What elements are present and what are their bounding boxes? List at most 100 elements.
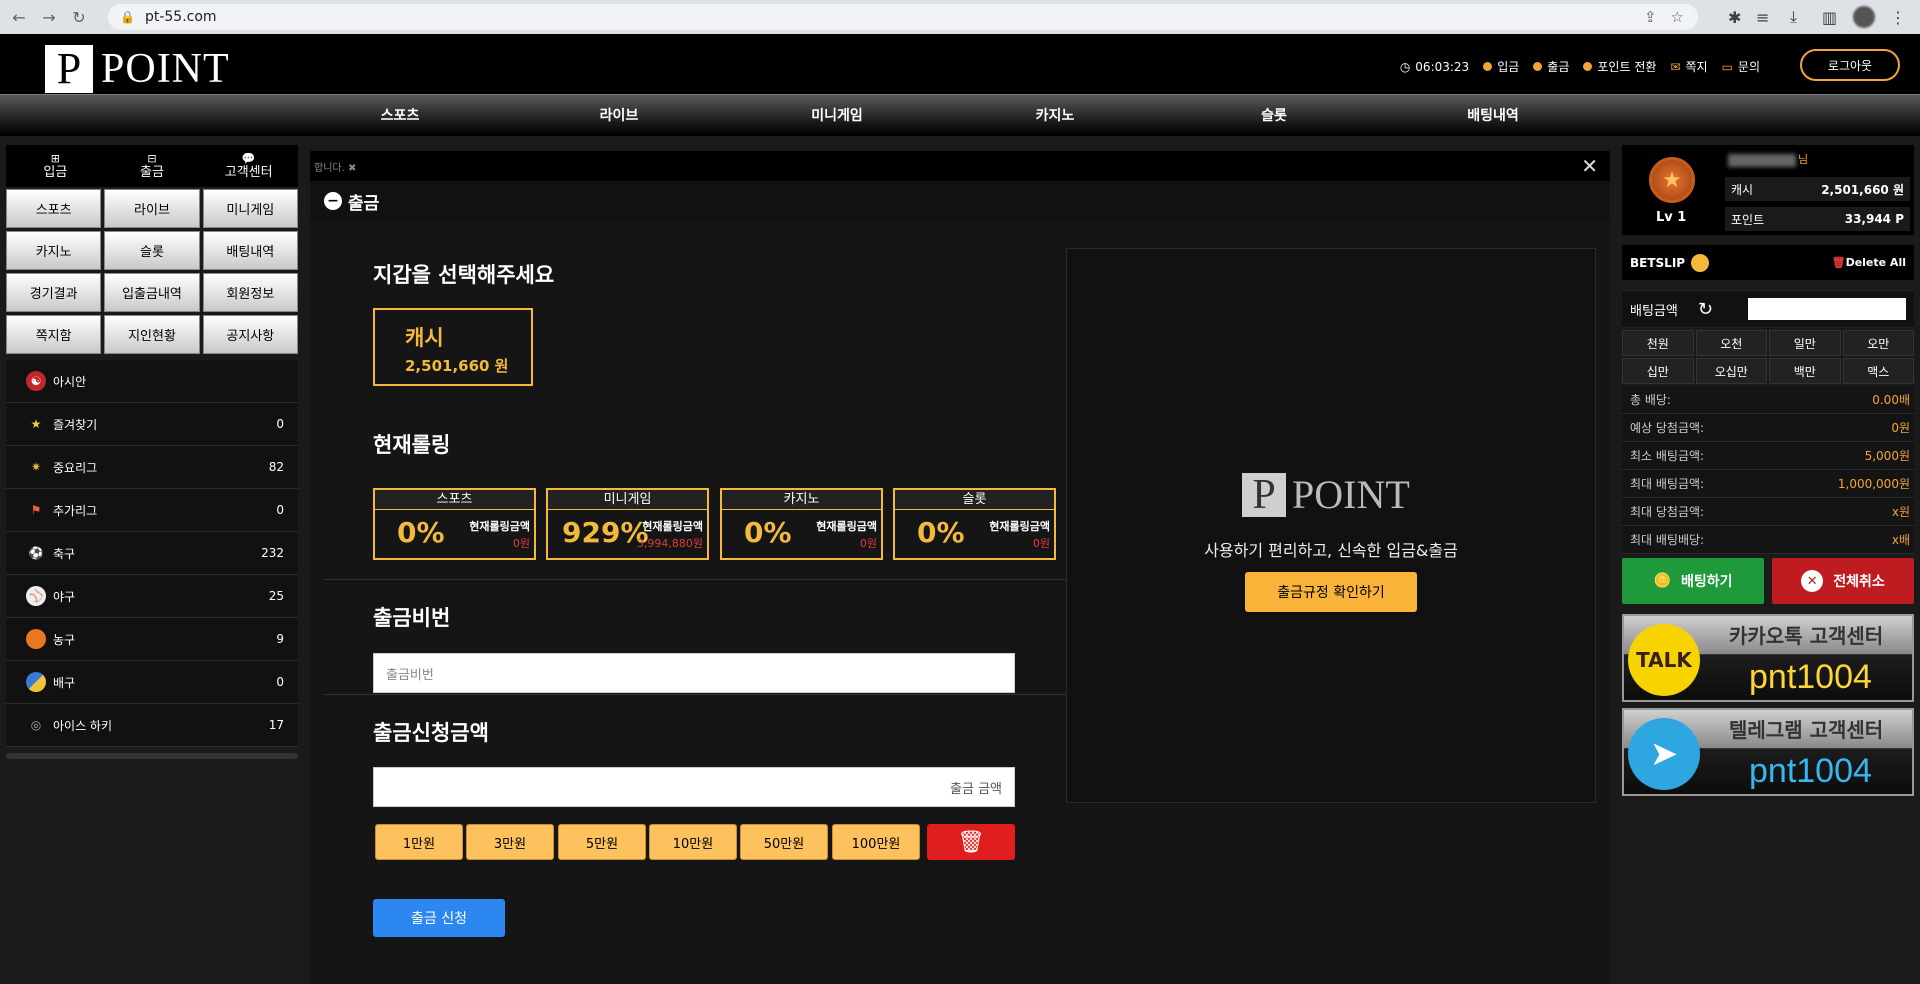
menu-deposit[interactable]: 입금 [1483,58,1519,75]
back-icon[interactable]: ← [8,6,30,28]
amount-30k-button[interactable]: 3만원 [466,824,554,860]
download-icon[interactable]: ⤓ [1790,4,1797,30]
cancel-all-button[interactable]: ✕ 전체취소 [1772,558,1914,604]
nav-casino[interactable]: 카지노 [1036,105,1075,125]
chip-50k[interactable]: 오만 [1842,330,1914,356]
nav-live[interactable]: 라이브 [600,105,639,125]
trash-icon: 🗑 [1831,256,1846,269]
quick-deposit-button[interactable]: ⊞ 입금 [8,147,103,185]
bet-amount-input[interactable] [1748,298,1906,320]
rolling-card-minigame: 미니게임 929% 현재롤링금액 3,994,880원 [546,488,709,560]
grid-slot[interactable]: 슬롯 [104,231,200,270]
promo-logo: P POINT [1242,471,1410,518]
sport-item-volleyball[interactable]: 배구 0 [6,661,298,704]
close-icon[interactable]: ✕ [1581,154,1598,178]
wallet-cash-card[interactable]: 캐시 2,501,660 원 [373,308,533,386]
menu-point-convert[interactable]: 포인트 전환 [1583,58,1656,75]
withdraw-password-input[interactable]: 출금비번 [373,653,1015,693]
withdraw-rules-button[interactable]: 출금규정 확인하기 [1245,572,1417,612]
grid-live[interactable]: 라이브 [104,189,200,228]
amount-50k-button[interactable]: 5만원 [558,824,646,860]
nav-minigame[interactable]: 미니게임 [811,105,863,125]
divider [324,694,1094,695]
lock-icon[interactable]: 🔒 [120,10,135,24]
stat-row: 총 배당: 0.00배 [1622,386,1914,414]
menu-kebab-icon[interactable]: ⋮ [1890,4,1906,30]
menu-inquiry[interactable]: ▭ 문의 [1722,58,1760,75]
grid-casino[interactable]: 카지노 [6,231,102,270]
stat-row: 최대 배팅금액: 1,000,000원 [1622,470,1914,498]
soccer-icon: ⚽ [28,546,44,560]
grid-results[interactable]: 경기결과 [6,273,102,312]
media-icon[interactable]: ≡ [1756,4,1769,30]
withdraw-amount-input[interactable]: 출금 금액 [373,767,1015,807]
bet-stats: 총 배당: 0.00배 예상 당첨금액: 0원 최소 배팅금액: 5,000원 최대 … [1622,386,1914,554]
amount-10k-button[interactable]: 1만원 [375,824,463,860]
chip-100k[interactable]: 십만 [1622,358,1694,384]
withdraw-submit-button[interactable]: 출금 신청 [373,899,505,937]
grid-notices[interactable]: 공지사항 [202,315,298,354]
betslip-header: BETSLIP 🗑Delete All [1622,245,1914,280]
amount-500k-button[interactable]: 50만원 [740,824,828,860]
nav-sports[interactable]: 스포츠 [381,105,420,125]
grid-minigame[interactable]: 미니게임 [202,189,298,228]
delete-all-button[interactable]: 🗑Delete All [1832,256,1906,269]
site-logo[interactable]: P POINT [45,45,230,93]
sport-item-asian[interactable]: ☯ 아시안 [6,360,298,403]
level-label: Lv 1 [1656,210,1687,225]
menu-message[interactable]: ✉ 쪽지 [1670,58,1707,75]
extensions-icon[interactable]: ✱ [1728,4,1741,30]
sport-item-ice-hockey[interactable]: ◎ 아이스 하키 17 [6,704,298,747]
sport-item-basketball[interactable]: 농구 9 [6,618,298,661]
bookmark-star-icon[interactable]: ☆ [1671,8,1684,26]
bet-amount-row: 배팅금액 ↻ [1622,290,1914,328]
chat-icon: ▭ [1721,59,1733,74]
amount-100k-button[interactable]: 10만원 [649,824,737,860]
chip-10k[interactable]: 일만 [1769,330,1841,356]
sport-item-favorites[interactable]: ★ 즐겨찾기 0 [6,403,298,446]
sport-item-baseball[interactable]: ⚾ 야구 25 [6,575,298,618]
hockey-icon: ◎ [30,718,42,732]
grid-transactions[interactable]: 입출금내역 [104,273,200,312]
chip-max[interactable]: 맥스 [1842,358,1914,384]
nav-slot[interactable]: 슬롯 [1261,105,1287,125]
nav-bet-history[interactable]: 배팅내역 [1467,105,1519,125]
telegram-support-banner[interactable]: ➤ 텔레그램 고객센터 pnt1004 [1622,708,1914,796]
amount-heading: 출금신청금액 [373,721,489,745]
menu-withdraw[interactable]: 출금 [1533,58,1569,75]
divider [324,579,1094,580]
grid-referrals[interactable]: 지인현황 [104,315,200,354]
grid-member-info[interactable]: 회원정보 [202,273,298,312]
place-bet-button[interactable]: 🪙 배팅하기 [1622,558,1764,604]
share-icon[interactable]: ⇪ [1644,8,1657,26]
betslip-count-badge [1691,253,1710,272]
address-bar[interactable]: 🔒 pt-55.com ⇪ ☆ [108,4,1698,30]
chip-1k[interactable]: 천원 [1622,330,1694,356]
grid-bet-history[interactable]: 배팅내역 [202,231,298,270]
main-nav: 스포츠 라이브 미니게임 카지노 슬롯 배팅내역 [0,94,1920,136]
quick-withdraw-button[interactable]: ⊟ 출금 [104,147,200,185]
sport-item-major-league[interactable]: ✷ 중요리그 82 [6,446,298,489]
profile-card: ★ Lv 1 님 캐시 2,501,660 원 포인트 33,944 P [1622,145,1914,235]
clear-amount-button[interactable]: 🗑 [927,824,1015,860]
sidepanel-icon[interactable]: ▥ [1822,4,1837,30]
sport-item-extra-league[interactable]: ⚑ 추가리그 0 [6,489,298,532]
minus-square-icon: ⊟ [147,152,157,165]
sports-list: ☯ 아시안 ★ 즐겨찾기 0 ✷ 중요리그 82 ⚑ 추가리그 0 ⚽ 축구 232 ⚾ 야구 25 … [6,360,298,747]
profile-avatar[interactable] [1853,4,1875,30]
forward-icon[interactable]: → [38,6,60,28]
reload-icon[interactable]: ↻ [68,6,90,28]
sport-item-soccer[interactable]: ⚽ 축구 232 [6,532,298,575]
chip-1m[interactable]: 백만 [1769,358,1841,384]
grid-sports[interactable]: 스포츠 [6,189,102,228]
logout-button[interactable]: 로그아웃 [1800,49,1900,81]
refresh-icon[interactable]: ↻ [1698,299,1713,320]
chip-500k[interactable]: 오십만 [1695,358,1767,384]
kakao-support-banner[interactable]: TALK 카카오톡 고객센터 pnt1004 [1622,614,1914,702]
sidebar-scrollbar[interactable] [6,753,298,759]
chip-5k[interactable]: 오천 [1695,330,1767,356]
logo-mark: P [45,45,93,93]
amount-1m-button[interactable]: 100만원 [832,824,920,860]
quick-support-button[interactable]: 💬 고객센터 [201,147,296,185]
grid-messages[interactable]: 쪽지함 [6,315,102,354]
